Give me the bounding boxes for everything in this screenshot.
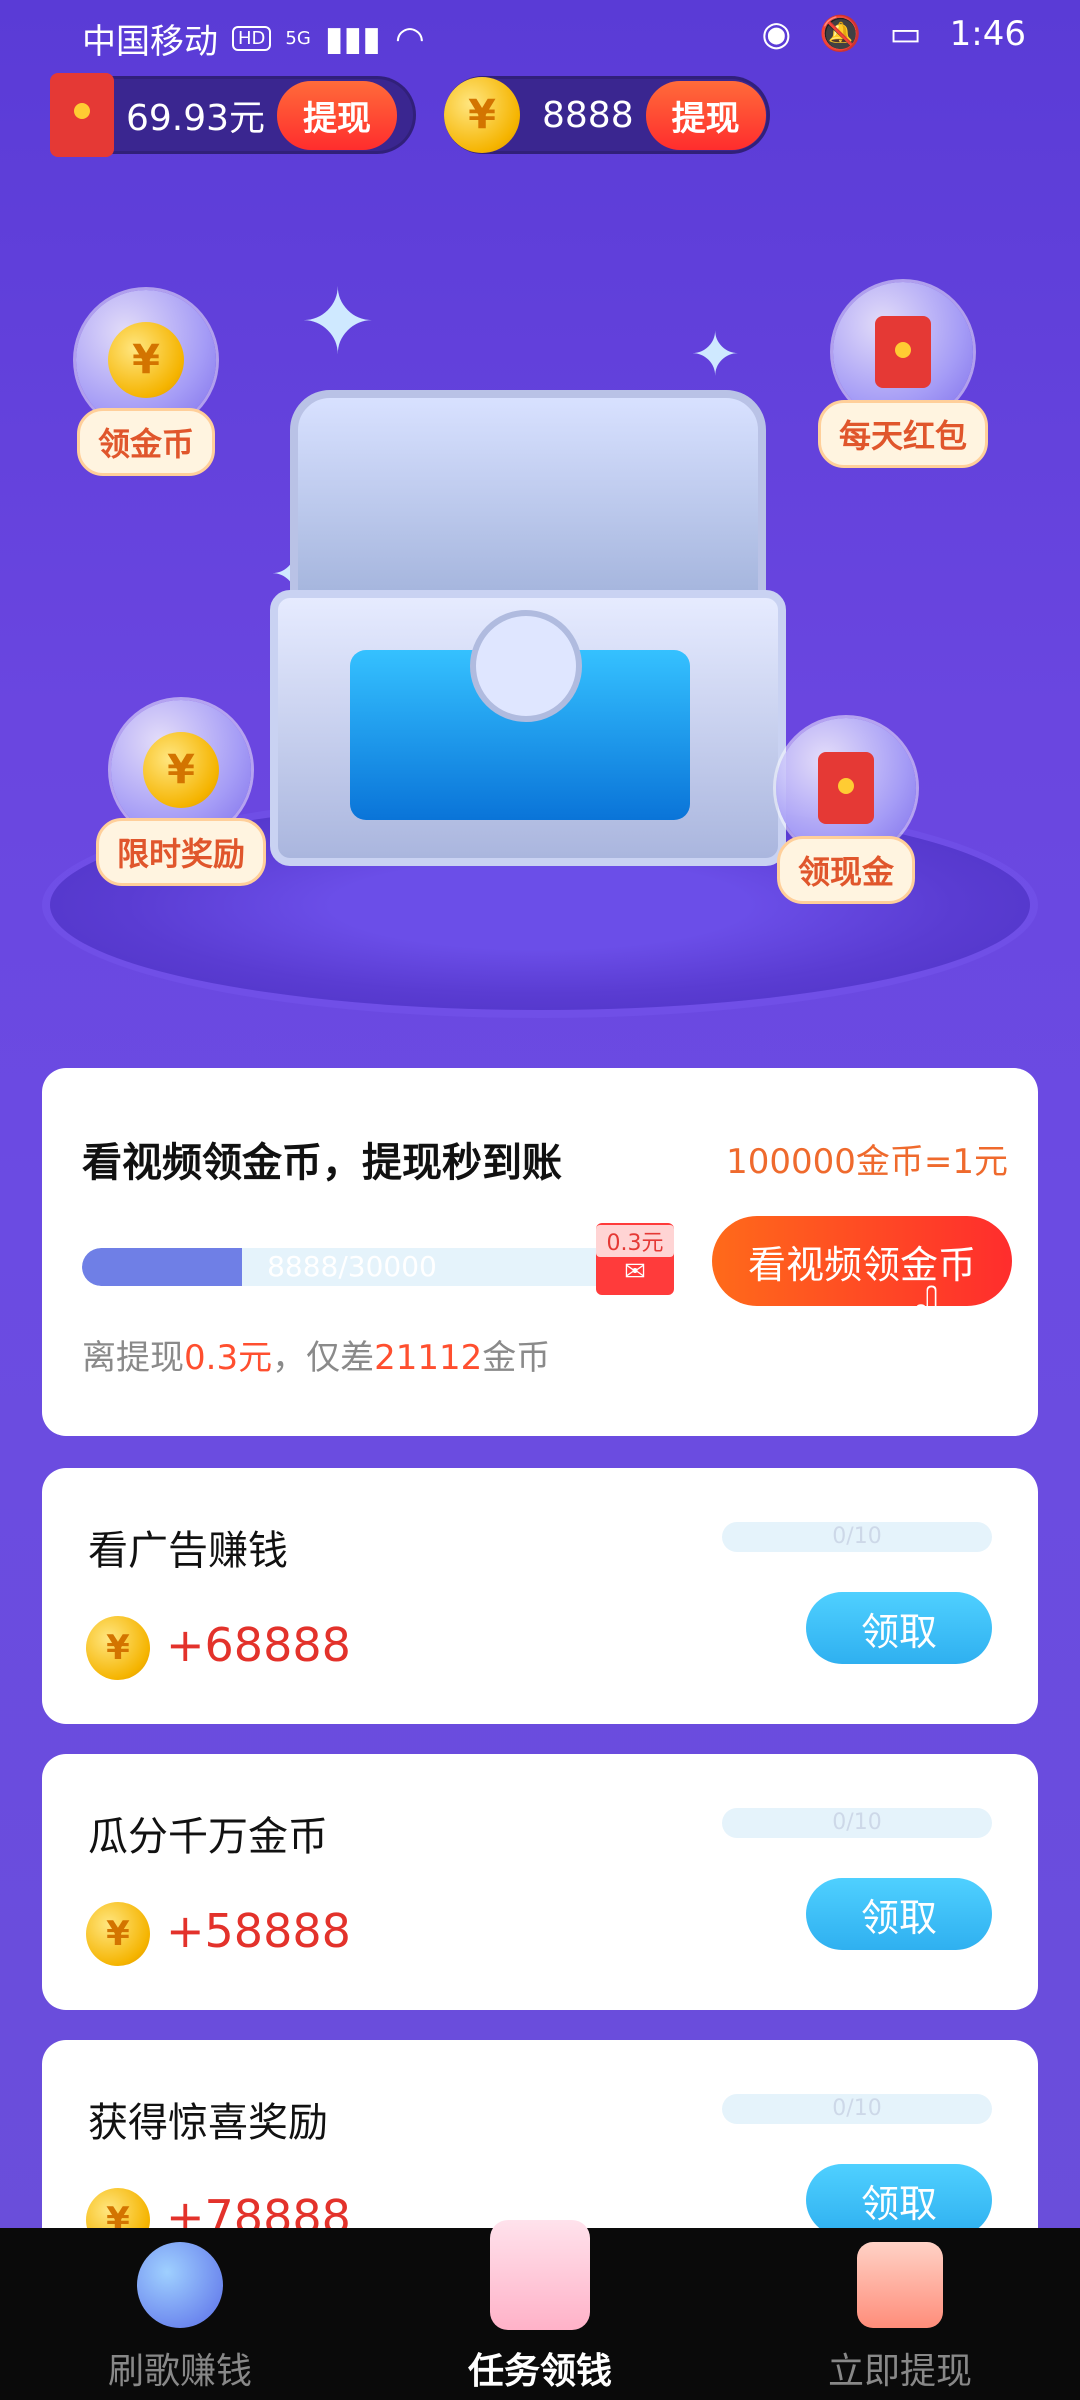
withdraw-hint: 离提现0.3元，仅差21112金币: [82, 1330, 550, 1379]
cash-balance-pill: 69.93元 提现: [50, 73, 416, 157]
chest-lock-icon: [470, 610, 582, 722]
limited-reward-label: 限时奖励: [96, 818, 267, 886]
video-card-title: 看视频领金币，提现秒到账: [82, 1140, 562, 1186]
claim-button[interactable]: 领取: [806, 1592, 992, 1664]
mute-bell-icon: 🔕: [819, 14, 862, 54]
hint-mid: ，仅差: [272, 1338, 375, 1378]
hint-prefix: 离提现: [82, 1338, 184, 1378]
eye-icon: ◉: [761, 14, 792, 54]
nav-item-songs[interactable]: 刷歌赚钱: [0, 2228, 360, 2400]
task-reward: +68888: [166, 1618, 351, 1672]
coin-withdraw-button[interactable]: 提现: [645, 80, 766, 150]
video-task-card: 看视频领金币，提现秒到账 100000金币=1元 8888/30000 0.3元…: [42, 1068, 1038, 1436]
task-card: 瓜分千万金币 0/10 ¥ +58888 领取: [42, 1754, 1038, 2010]
music-disc-icon: [137, 2242, 223, 2328]
task-check-icon: [490, 2220, 590, 2330]
collect-coins-bubble[interactable]: ¥ 领金币: [76, 290, 216, 476]
wechat-amount: 0.3元: [596, 1225, 674, 1257]
nav-label: 任务领钱: [467, 2351, 612, 2392]
sparkle-icon: ✦: [300, 270, 376, 375]
coin-icon: ¥: [86, 1616, 150, 1680]
claim-button[interactable]: 领取: [806, 2164, 992, 2236]
status-right: ◉ 🔕 ▭ 1:46: [762, 14, 1027, 54]
limited-reward-bubble[interactable]: ¥ 限时奖励: [96, 700, 267, 886]
hint-suffix: 金币: [482, 1338, 551, 1378]
collect-cash-label: 领现金: [776, 836, 915, 904]
redpacket-icon: [818, 752, 874, 824]
wechat-icon: ✉: [624, 1257, 646, 1287]
claim-button[interactable]: 领取: [806, 1878, 992, 1950]
coin-balance-pill: ¥ 8888 提现: [444, 76, 770, 154]
exchange-rate: 100000金币=1元: [726, 1142, 1008, 1182]
redpacket-icon: [50, 73, 114, 157]
battery-icon: ▭: [889, 14, 922, 54]
status-bar: 中国移动 HD 5G ▮▮▮ ◠ ◉ 🔕 ▭ 1:46: [0, 0, 1080, 72]
signal-icon: ▮▮▮: [324, 18, 381, 59]
coin-amount: 8888: [542, 94, 634, 136]
task-title: 获得惊喜奖励: [88, 2100, 328, 2146]
cash-withdraw-button[interactable]: 提现: [277, 80, 398, 150]
nav-label: 立即提现: [827, 2351, 972, 2392]
collect-coins-label: 领金币: [76, 408, 215, 476]
task-title: 瓜分千万金币: [88, 1814, 328, 1860]
wechat-cash-tag: 0.3元 ✉: [596, 1223, 674, 1295]
redpacket-icon: [875, 316, 931, 388]
wifi-icon: ◠: [394, 18, 425, 59]
wallet-icon: [857, 2242, 943, 2328]
task-progress: 0/10: [722, 1522, 992, 1552]
clock: 1:46: [949, 14, 1026, 54]
coin-icon: ¥: [143, 732, 219, 808]
collect-cash-bubble[interactable]: 领现金: [776, 718, 916, 904]
cash-amount: 69.93元: [126, 98, 266, 139]
treasure-stage: ✦ ✦ ✦ ✦ ¥ 领金币 每天红包 ¥ 限时奖励 领现金: [0, 170, 1080, 1030]
network-label: 5G: [285, 28, 311, 49]
daily-redpacket-label: 每天红包: [818, 400, 989, 468]
bottom-nav: 刷歌赚钱 任务领钱 立即提现: [0, 2220, 1080, 2400]
task-title: 看广告赚钱: [88, 1528, 288, 1574]
sparkle-icon: ✦: [690, 320, 741, 390]
coin-icon: ¥: [108, 322, 184, 398]
coin-progress-bar: 8888/30000: [82, 1248, 622, 1286]
task-card: 看广告赚钱 0/10 ¥ +68888 领取: [42, 1468, 1038, 1724]
carrier-label: 中国移动: [82, 22, 218, 62]
daily-redpacket-bubble[interactable]: 每天红包: [818, 282, 989, 468]
nav-label: 刷歌赚钱: [107, 2351, 252, 2392]
nav-item-tasks[interactable]: 任务领钱: [360, 2220, 720, 2400]
hint-coins: 21112: [374, 1338, 483, 1378]
task-reward: +58888: [166, 1904, 351, 1958]
status-left: 中国移动 HD 5G ▮▮▮ ◠: [82, 14, 425, 63]
pointing-hand-icon: ☝: [888, 1266, 947, 1378]
hint-amount: 0.3元: [184, 1338, 273, 1378]
task-progress: 0/10: [722, 1808, 992, 1838]
coin-icon: ¥: [86, 1902, 150, 1966]
task-progress: 0/10: [722, 2094, 992, 2124]
coin-icon: ¥: [444, 77, 520, 153]
treasure-chest[interactable]: [270, 390, 786, 870]
progress-text: 8888/30000: [267, 1250, 437, 1283]
nav-item-withdraw[interactable]: 立即提现: [720, 2228, 1080, 2400]
hd-badge: HD: [232, 26, 272, 51]
